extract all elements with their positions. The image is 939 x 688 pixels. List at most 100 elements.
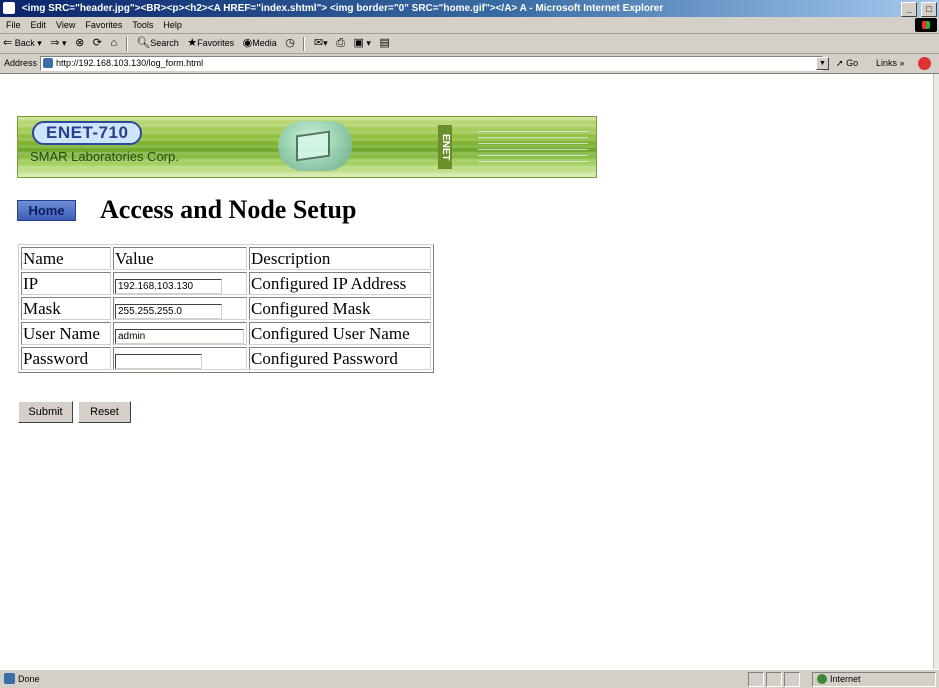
forward-arrow-icon: ⇒ [50,37,60,49]
header-value: Value [113,247,247,270]
stop-icon: ⊗ [75,37,85,49]
menu-view[interactable]: View [51,17,80,33]
media-icon: ◉ [242,37,253,49]
row-description: Configured User Name [249,322,431,345]
links-button[interactable]: Links » [876,54,905,73]
minimize-button[interactable]: _ [901,2,918,17]
stop-button[interactable]: ⊗ [72,34,87,53]
home-toolbar-button[interactable]: ⌂ [108,34,121,53]
menu-help[interactable]: Help [158,17,187,33]
home-icon: ⌂ [110,37,118,49]
edit-button[interactable]: ▣ ▾ [351,34,374,53]
page-title: Access and Node Setup [100,195,357,224]
back-label: Back [14,38,35,48]
zone-label: Internet [830,674,861,684]
row-value-cell [113,322,247,345]
submit-button[interactable]: Submit [18,401,73,423]
window-controls: _ □ [900,1,937,17]
go-arrow-icon: ➚ [836,58,844,68]
page-icon [43,58,53,68]
refresh-button[interactable]: ⟳ [90,34,105,53]
mail-icon: ✉ [313,37,324,49]
favorites-icon: ★ [187,37,198,49]
back-button[interactable]: ⇐ Back ▾ [0,34,45,53]
discuss-icon: ▤ [379,37,390,49]
banner-lines [478,131,588,165]
history-button[interactable]: ◷ [282,34,298,53]
menu-favorites[interactable]: Favorites [80,17,127,33]
user-name-field[interactable] [115,328,244,344]
password-field[interactable] [115,353,202,369]
banner-product-name: ENET-710 [32,121,143,145]
mask-field[interactable] [115,303,222,319]
print-icon: ⎙ [336,37,345,49]
banner-vertical-text: ENET [438,125,452,169]
status-panel [766,672,782,687]
row-value-cell [113,272,247,295]
forward-button[interactable]: ⇒ ▾ [47,34,69,53]
discuss-button[interactable]: ▤ [376,34,392,53]
standard-toolbar: ⇐ Back ▾ ⇒ ▾ ⊗ ⟳ ⌂ 🔍︎Search ★Favorites ◉… [0,34,939,54]
row-description: Configured IP Address [249,272,431,295]
window-title: <img SRC="header.jpg"><BR><p><h2><A HREF… [21,3,664,14]
media-label: Media [252,38,277,48]
search-label: Search [150,38,179,48]
go-button[interactable]: ➚ Go [836,54,858,73]
header-description: Description [249,247,431,270]
ip-field[interactable] [115,278,222,294]
security-zone: Internet [812,672,936,687]
mail-button[interactable]: ✉▾ [311,34,331,53]
ie-toolbar-icon [918,57,931,70]
status-panel [784,672,800,687]
print-button[interactable]: ⎙ [333,34,348,53]
restore-button[interactable]: □ [921,2,937,17]
row-description: Configured Password [249,347,431,370]
status-bar: Done Internet [0,669,939,688]
search-button[interactable]: 🔍︎Search [133,34,182,53]
windows-logo-icon [915,18,937,32]
menu-tools[interactable]: Tools [127,17,158,33]
toolbar-separator [125,36,128,51]
reset-button[interactable]: Reset [78,401,131,423]
row-value-cell [113,297,247,320]
table-row: Mask Configured Mask [21,297,431,320]
menu-edit[interactable]: Edit [26,17,52,33]
address-label: Address [4,58,38,68]
address-input[interactable]: http://192.168.103.130/log_form.html [40,56,823,71]
row-name: IP [21,272,111,295]
links-label: Links [876,58,898,68]
row-name: User Name [21,322,111,345]
header-banner: ENET-710 SMAR Laboratories Corp. ENET [17,116,597,178]
setup-table: Name Value Description IP Configured IP … [18,244,434,373]
row-name: Mask [21,297,111,320]
internet-zone-icon [817,674,827,684]
title-bar[interactable]: <img SRC="header.jpg"><BR><p><h2><A HREF… [0,0,939,17]
table-row: IP Configured IP Address [21,272,431,295]
table-row: User Name Configured User Name [21,322,431,345]
menu-file[interactable]: File [0,17,26,33]
banner-company-name: SMAR Laboratories Corp. [30,149,179,164]
home-link[interactable]: Home [17,200,76,221]
toolbar-separator [303,36,306,51]
table-row: Password Configured Password [21,347,431,370]
ie-app-icon [3,2,15,14]
menu-bar: File Edit View Favorites Tools Help [0,17,939,34]
status-panel [748,672,764,687]
status-text: Done [18,674,40,684]
header-name: Name [21,247,111,270]
address-dropdown-button[interactable]: ▼ [816,57,829,70]
media-button[interactable]: ◉Media [240,34,280,53]
favorites-label: Favorites [197,38,235,48]
row-value-cell [113,347,247,370]
go-label: Go [846,58,859,68]
vertical-scrollbar[interactable] [933,74,939,669]
monitor-illustration [278,121,352,171]
address-bar: Address http://192.168.103.130/log_form.… [0,54,939,74]
row-description: Configured Mask [249,297,431,320]
address-url: http://192.168.103.130/log_form.html [56,58,204,68]
favorites-button[interactable]: ★Favorites [184,34,237,53]
history-icon: ◷ [285,37,295,49]
refresh-icon: ⟳ [92,37,103,49]
page-status-icon [4,673,15,684]
page-content: ENET-710 SMAR Laboratories Corp. ENET Ho… [0,74,933,669]
